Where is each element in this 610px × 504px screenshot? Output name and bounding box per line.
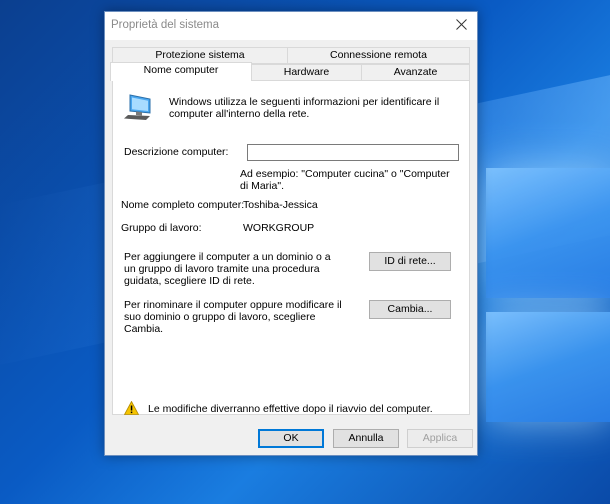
- description-label: Descrizione computer:: [124, 146, 229, 158]
- tab-hardware[interactable]: Hardware: [251, 64, 362, 81]
- warning-icon: [123, 400, 140, 418]
- apply-button[interactable]: Applica: [407, 429, 473, 448]
- network-id-button[interactable]: ID di rete...: [369, 252, 451, 271]
- tab-nome-computer[interactable]: Nome computer: [110, 62, 252, 81]
- system-properties-dialog: Proprietà del sistema Protezione sistema…: [104, 11, 478, 456]
- change-button[interactable]: Cambia...: [369, 300, 451, 319]
- full-name-label: Nome completo computer:: [121, 199, 245, 211]
- intro-text: Windows utilizza le seguenti informazion…: [169, 96, 440, 120]
- windows-logo-pane-bottom: [486, 312, 610, 422]
- close-icon: [456, 19, 467, 30]
- windows-logo-pane-top: [486, 168, 610, 298]
- workgroup-value: WORKGROUP: [243, 222, 315, 234]
- rename-text: Per rinominare il computer oppure modifi…: [124, 299, 342, 335]
- description-input[interactable]: [247, 144, 459, 161]
- tab-avanzate[interactable]: Avanzate: [361, 64, 470, 81]
- description-example: Ad esempio: "Computer cucina" o "Compute…: [240, 168, 450, 192]
- dialog-title: Proprietà del sistema: [111, 19, 220, 31]
- ok-button[interactable]: OK: [258, 429, 324, 448]
- close-button[interactable]: [447, 12, 477, 38]
- full-name-value: Toshiba-Jessica: [243, 199, 318, 211]
- tab-content-panel: Windows utilizza le seguenti informazion…: [112, 80, 470, 415]
- computer-icon: [124, 93, 156, 124]
- workgroup-label: Gruppo di lavoro:: [121, 222, 202, 234]
- network-id-text: Per aggiungere il computer a un dominio …: [124, 251, 331, 287]
- cancel-button[interactable]: Annulla: [333, 429, 399, 448]
- tab-connessione-remota[interactable]: Connessione remota: [287, 47, 470, 64]
- restart-warning-text: Le modifiche diverranno effettive dopo i…: [148, 403, 433, 415]
- title-bar[interactable]: Proprietà del sistema: [105, 12, 477, 40]
